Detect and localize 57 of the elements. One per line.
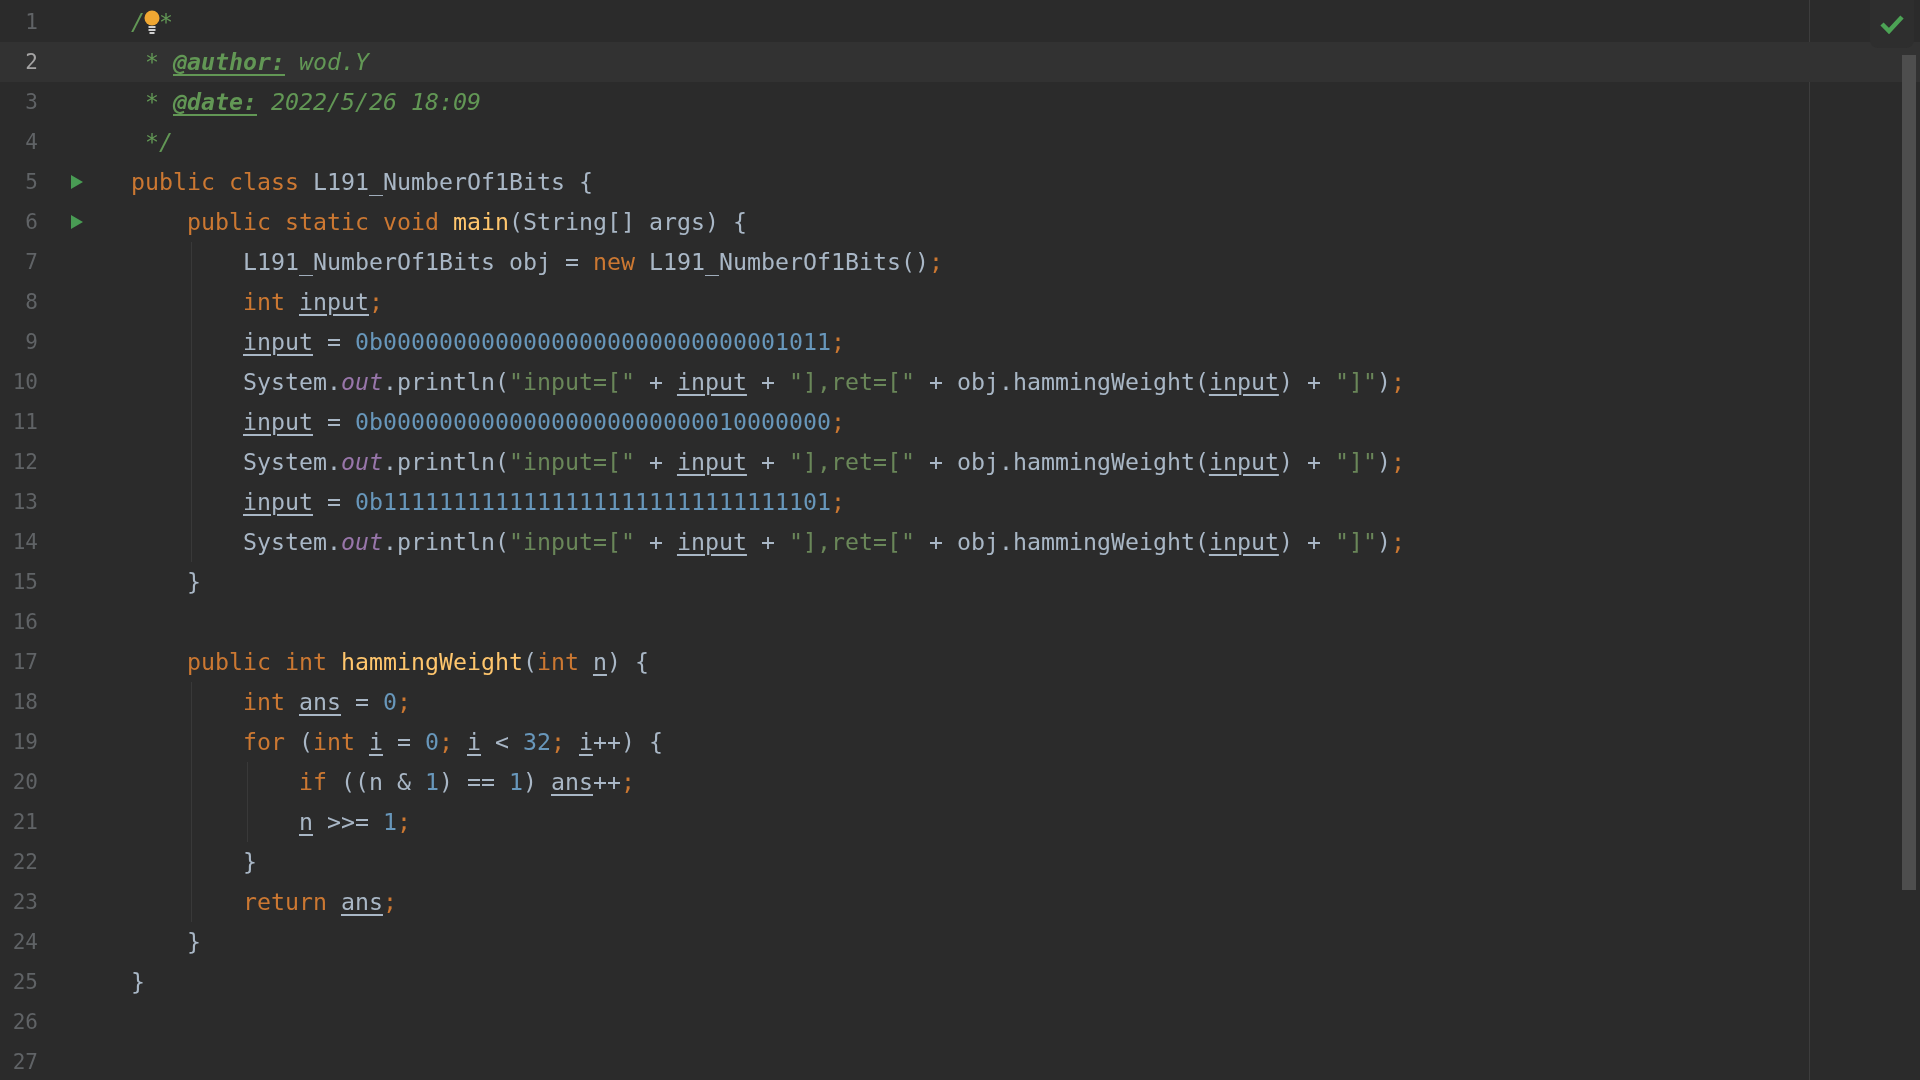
run-icon[interactable] — [70, 214, 84, 230]
line-number: 13 — [11, 490, 38, 514]
code-line: public int hammingWeight(int n) { — [187, 647, 649, 677]
code-line: * @date: 2022/5/26 18:09 — [144, 87, 481, 117]
line-number: 19 — [11, 730, 38, 754]
line-number: 2 — [24, 50, 38, 74]
code-line: */ — [144, 127, 173, 157]
code-line: for (int i = 0; i < 32; i++) { — [243, 727, 663, 757]
scrollbar-thumb[interactable] — [1902, 55, 1916, 890]
line-number: 15 — [11, 570, 38, 594]
code-line: input = 0b00000000000000000000000010000000; — [243, 407, 845, 437]
code-line: * — [159, 7, 173, 37]
code-line: / — [131, 7, 145, 37]
line-number: 14 — [11, 530, 38, 554]
code-line: } — [131, 967, 145, 997]
line-number: 22 — [11, 850, 38, 874]
line-number: 17 — [11, 650, 38, 674]
line-number: 3 — [24, 90, 38, 114]
line-number: 23 — [11, 890, 38, 914]
line-number: 5 — [24, 170, 38, 194]
code-line: System.out.println("input=[" + input + "],ret=[" + obj.hammingWeight(input) + "]"); — [243, 367, 1405, 397]
code-line: int ans = 0; — [243, 687, 411, 717]
code-line: return ans; — [243, 887, 397, 917]
line-number: 20 — [11, 770, 38, 794]
code-line: n >>= 1; — [299, 807, 411, 837]
line-number: 1 — [24, 10, 38, 34]
line-number: 6 — [24, 210, 38, 234]
code-line: L191_NumberOf1Bits obj = new L191_NumberOf1Bits(); — [243, 247, 943, 278]
code-line: System.out.println("input=[" + input + "],ret=[" + obj.hammingWeight(input) + "]"); — [243, 447, 1405, 477]
code-line: input = 0b00000000000000000000000000001011; — [243, 327, 845, 357]
code-line: int input; — [243, 287, 383, 317]
line-number: 8 — [24, 290, 38, 314]
run-icon[interactable] — [70, 174, 84, 190]
line-number: 10 — [11, 370, 38, 394]
check-icon[interactable] — [1880, 14, 1904, 34]
line-number: 24 — [11, 930, 38, 954]
line-number: 12 — [11, 450, 38, 474]
code-line: * @author: wod.Y — [144, 47, 369, 77]
code-line: System.out.println("input=[" + input + "],ret=[" + obj.hammingWeight(input) + "]"); — [243, 527, 1405, 557]
line-number: 7 — [24, 250, 38, 274]
code-line: public static void main(String[] args) { — [187, 207, 747, 237]
code-line: } — [243, 847, 257, 877]
lightbulb-icon[interactable] — [144, 8, 160, 36]
code-line: public class L191_NumberOf1Bits { — [131, 167, 593, 198]
code-line: } — [187, 567, 201, 597]
line-number: 25 — [11, 970, 38, 994]
line-number: 9 — [24, 330, 38, 354]
code-line: if ((n & 1) == 1) ans++; — [299, 767, 635, 797]
line-number: 16 — [11, 610, 38, 634]
code-line: input = 0b11111111111111111111111111111101; — [243, 487, 845, 517]
code-line: } — [187, 927, 201, 957]
line-number: 21 — [11, 810, 38, 834]
line-number: 18 — [11, 690, 38, 714]
line-number: 11 — [11, 410, 38, 434]
line-number: 4 — [24, 130, 38, 154]
line-number: 27 — [11, 1050, 38, 1074]
line-number: 26 — [11, 1010, 38, 1034]
